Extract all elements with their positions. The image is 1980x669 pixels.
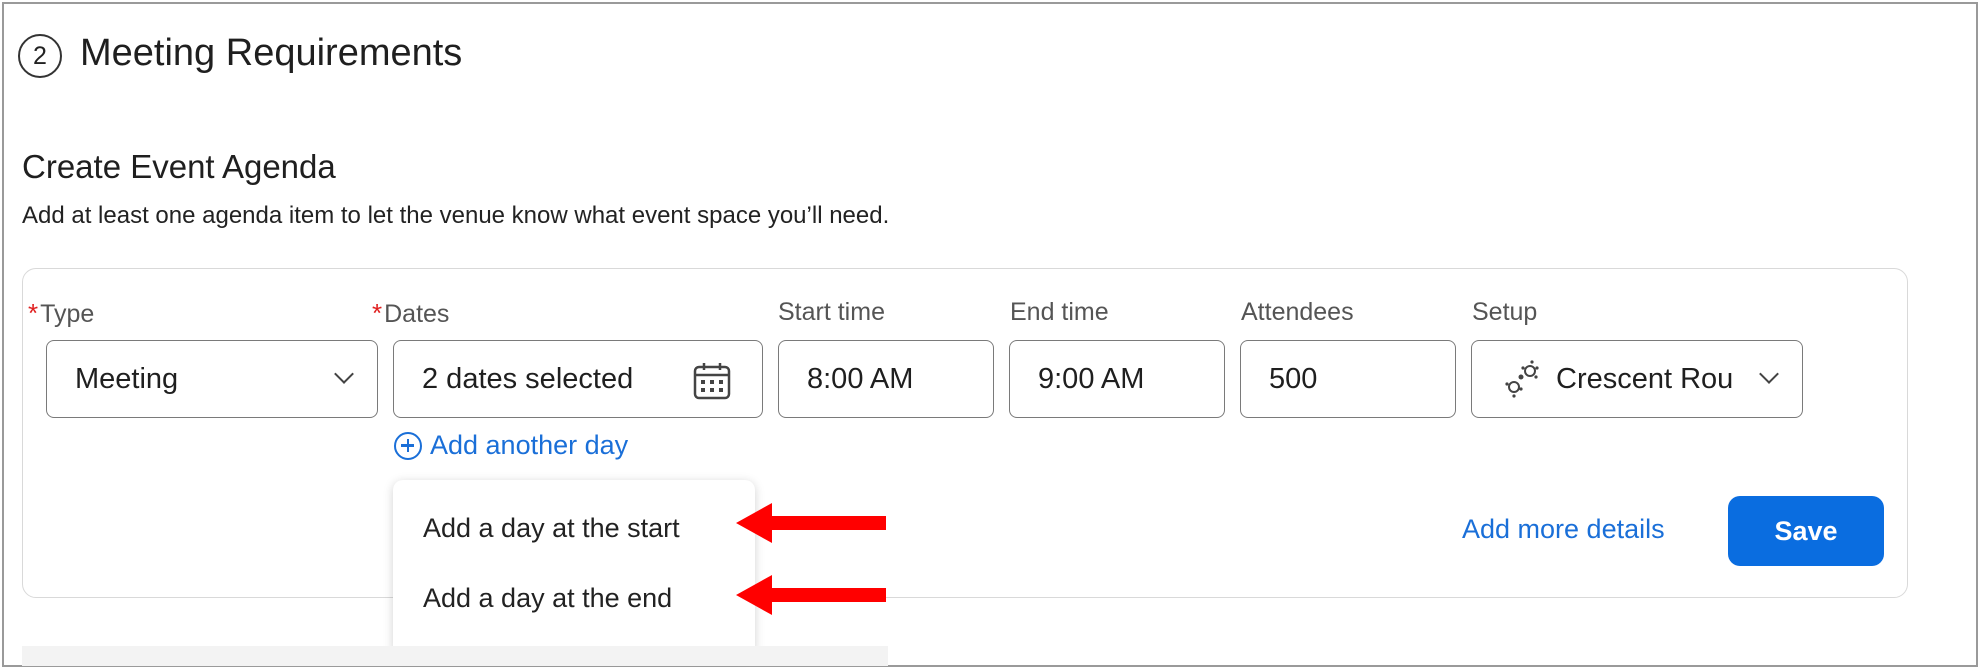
add-another-day-link[interactable]: Add another day <box>394 430 628 461</box>
agenda-description: Add at least one agenda item to let the … <box>22 202 890 229</box>
dates-label: *Dates <box>372 298 450 328</box>
dropdown-item-add-day-start[interactable]: Add a day at the start <box>423 513 680 544</box>
type-label: *Type <box>28 298 95 328</box>
step-number-badge: 2 <box>18 34 62 78</box>
section-title: Meeting Requirements <box>80 32 463 74</box>
setup-select[interactable]: Crescent Rou <box>1471 340 1803 418</box>
save-button[interactable]: Save <box>1728 496 1884 566</box>
start-time-field[interactable]: 8:00 AM <box>778 340 994 418</box>
annotation-arrow <box>736 575 886 615</box>
attendees-field[interactable]: 500 <box>1240 340 1456 418</box>
attendees-label: Attendees <box>1241 298 1354 326</box>
next-section-edge <box>22 646 888 666</box>
dates-field[interactable]: 2 dates selected <box>393 340 763 418</box>
start-time-label: Start time <box>778 298 885 326</box>
setup-label: Setup <box>1472 298 1538 326</box>
add-circle-icon <box>394 431 422 460</box>
chevron-down-icon <box>1759 364 1779 384</box>
agenda-title: Create Event Agenda <box>22 148 336 185</box>
agenda-item-card <box>22 268 1908 598</box>
required-mark: * <box>28 298 39 328</box>
type-select[interactable]: Meeting <box>46 340 378 418</box>
end-time-label: End time <box>1010 298 1109 326</box>
dropdown-item-add-day-end[interactable]: Add a day at the end <box>423 583 672 614</box>
setup-style-icon <box>1502 359 1542 399</box>
calendar-icon[interactable] <box>692 361 732 409</box>
required-mark: * <box>372 298 383 328</box>
annotation-arrow <box>736 503 886 543</box>
end-time-field[interactable]: 9:00 AM <box>1009 340 1225 418</box>
chevron-down-icon <box>334 364 354 384</box>
add-more-details-link[interactable]: Add more details <box>1462 514 1665 545</box>
add-day-dropdown: Add a day at the start Add a day at the … <box>393 480 755 656</box>
